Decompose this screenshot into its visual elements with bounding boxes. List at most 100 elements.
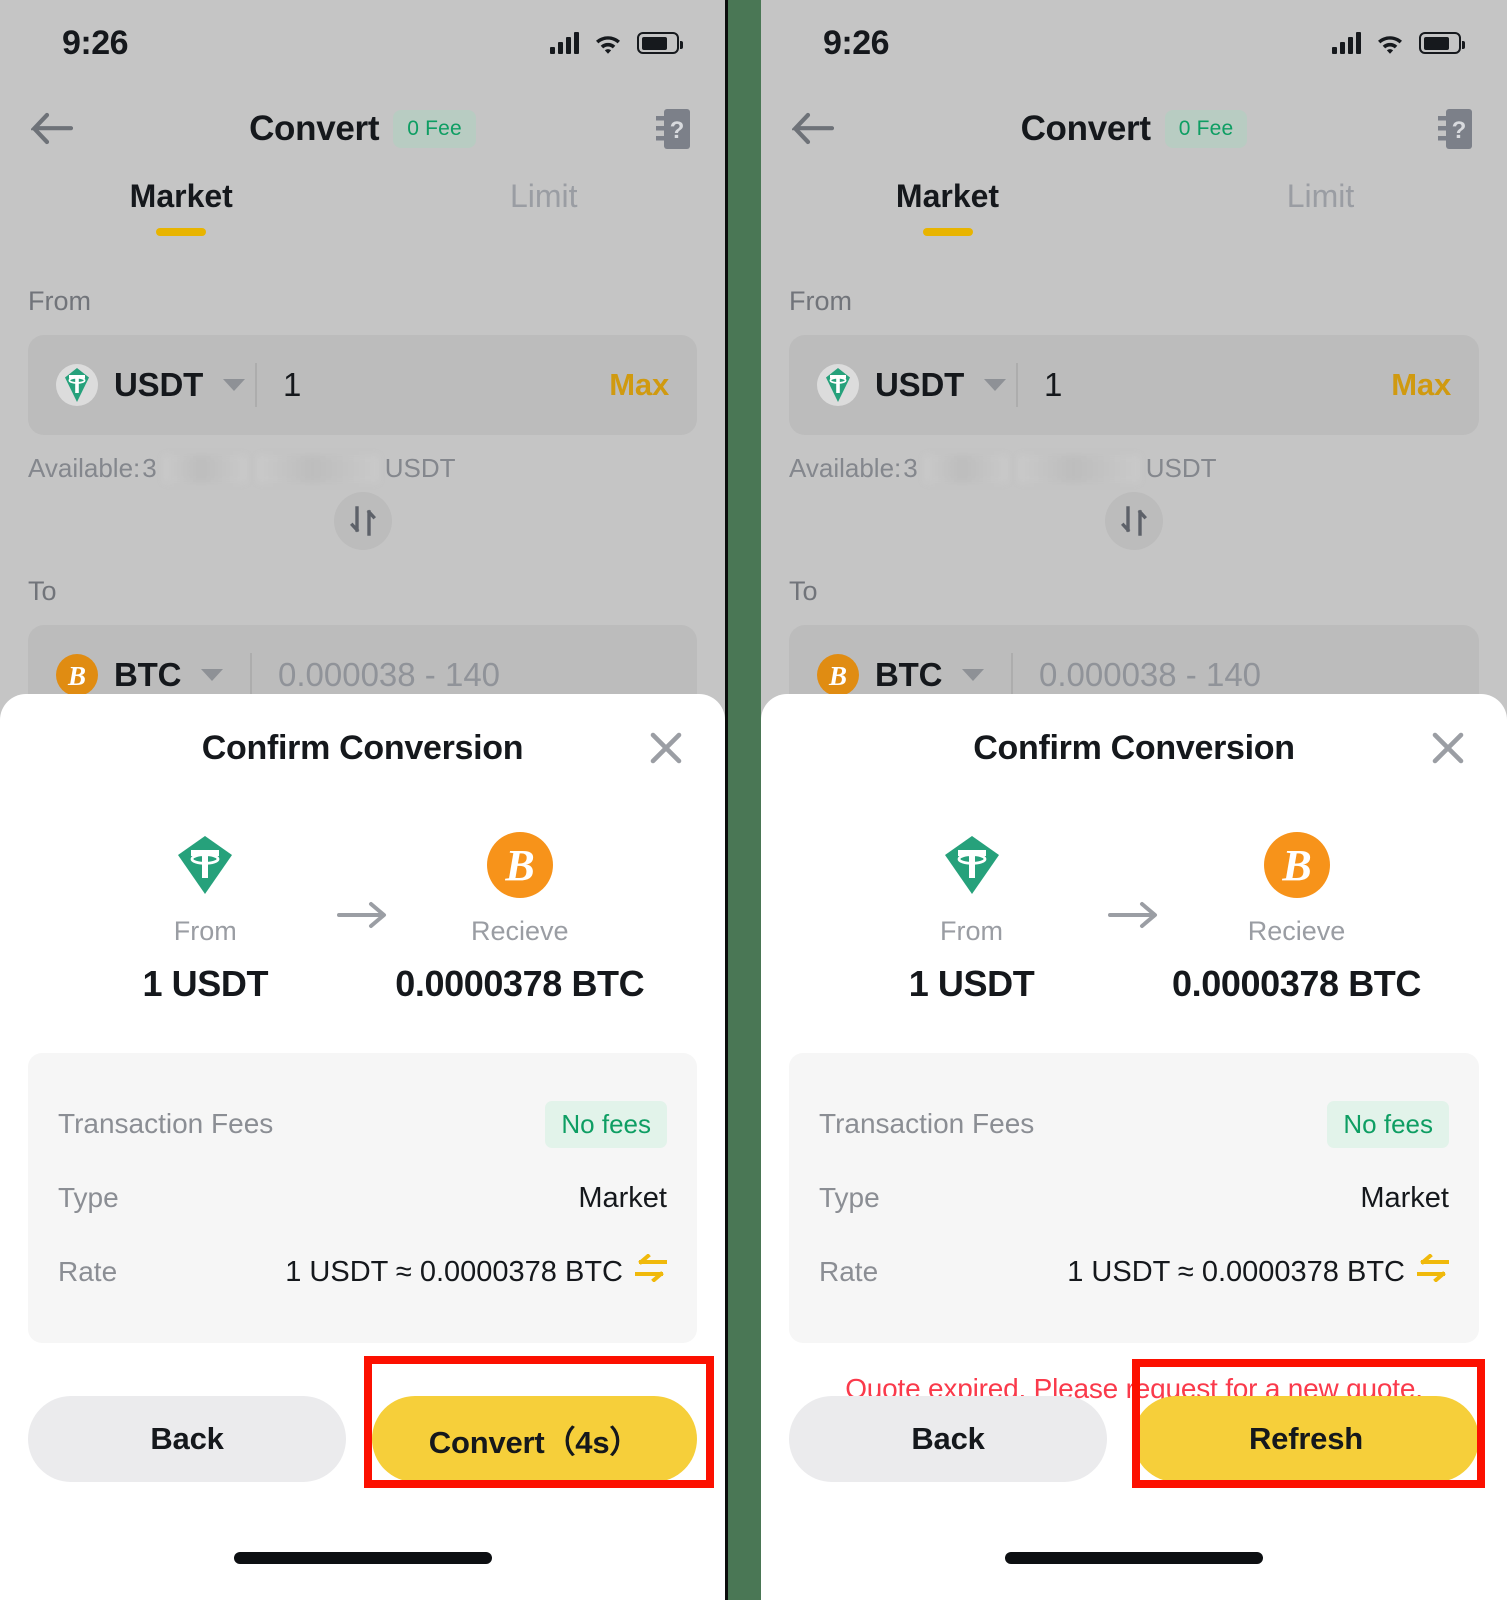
nav-center: Convert 0 Fee [839,109,1429,149]
tab-inactive-underline [519,228,569,236]
svg-text:B: B [67,661,86,691]
close-x-icon[interactable] [1425,725,1471,771]
summary-receive-value: 0.0000378 BTC [1172,963,1421,1004]
fee-badge: 0 Fee [393,110,476,148]
bitcoin-logo-icon: B [817,654,859,696]
tab-limit-label: Limit [509,178,578,214]
tab-active-underline [922,228,973,236]
rate-swap-icon[interactable] [1417,1253,1449,1290]
status-bar-icons [1332,32,1465,54]
from-coin-selector[interactable]: USDT [817,364,1007,406]
help-book-icon[interactable]: ? [1429,103,1481,155]
tether-logo-icon [939,832,1005,898]
close-x-icon[interactable] [643,725,689,771]
divider [1011,653,1013,697]
from-amount-input[interactable]: 1 [283,366,609,404]
tab-market[interactable]: Market [0,178,363,256]
from-label: From [28,286,91,316]
swap-row [28,492,697,550]
status-bar-clock: 9:26 [823,23,890,62]
to-coin-selector[interactable]: B BTC [56,654,240,696]
redacted-block [162,454,247,483]
to-coin-selector[interactable]: B BTC [817,654,1001,696]
to-label: To [28,576,57,606]
max-button[interactable]: Max [609,367,669,403]
detail-key: Rate [819,1256,879,1287]
detail-row-type: Type Market [58,1161,667,1235]
chevron-down-icon [962,669,985,681]
to-label: To [789,576,818,606]
battery-icon [1419,32,1465,54]
right-phone-screen: 9:26 Convert 0 Fee ? Market Limit From U… [761,0,1507,1600]
rate-value: 1 USDT ≈ 0.0000378 BTC [1067,1255,1405,1288]
left-phone-screen: 9:26 Convert 0 Fee ? Market Limit From U… [0,0,725,1600]
status-bar: 9:26 [761,0,1507,86]
detail-key: Type [58,1182,119,1213]
conversion-summary: From 1 USDT B Recieve 0.0000378 BTC [28,802,697,1005]
summary-from: From 1 USDT [835,832,1108,1005]
status-bar: 9:26 [0,0,725,86]
detail-value-wrap: 1 USDT ≈ 0.0000378 BTC [285,1253,667,1290]
detail-row-fees: Transaction Fees No fees [819,1087,1449,1161]
convert-button[interactable]: Convert（4s） [372,1396,697,1482]
page-title: Convert [249,109,380,148]
page-title: Convert [1020,109,1151,148]
modal-header: Confirm Conversion [28,694,697,802]
nav-bar: Convert 0 Fee ? [761,96,1507,162]
tether-logo-icon [56,364,98,406]
detail-key: Type [819,1182,880,1213]
nav-bar: Convert 0 Fee ? [0,96,725,162]
rate-value: 1 USDT ≈ 0.0000378 BTC [285,1255,623,1288]
home-indicator [233,1552,492,1564]
to-amount-input[interactable]: 0.000038 - 140 [1039,656,1451,694]
swap-vertical-icon[interactable] [1105,492,1163,550]
to-coin-name: BTC [875,656,943,693]
swap-vertical-icon[interactable] [333,492,392,550]
to-amount-input[interactable]: 0.000038 - 140 [278,656,669,694]
modal-title: Confirm Conversion [201,728,524,767]
tab-market-label: Market [895,178,1000,214]
from-coin-selector[interactable]: USDT [56,364,246,406]
detail-row-type: Type Market [819,1161,1449,1235]
tab-market[interactable]: Market [761,178,1134,256]
cellular-signal-icon [1332,32,1361,54]
summary-receive: B Recieve 0.0000378 BTC [389,832,652,1005]
convert-form: From USDT 1 Max Available: 3 USDT To B B… [761,286,1507,725]
divider [250,653,252,697]
battery-icon [637,32,683,54]
detail-value-wrap: 1 USDT ≈ 0.0000378 BTC [1067,1253,1449,1290]
chevron-down-icon [223,379,246,391]
rate-swap-icon[interactable] [635,1253,667,1290]
tether-logo-icon [817,364,859,406]
available-currency: USDT [1145,453,1217,483]
tab-active-underline [156,228,207,236]
from-coin-name: USDT [114,366,204,403]
from-amount-input[interactable]: 1 [1044,366,1391,404]
max-button[interactable]: Max [1391,367,1451,403]
detail-row-fees: Transaction Fees No fees [58,1087,667,1161]
confirm-conversion-modal: Confirm Conversion From 1 USDT B Recieve… [0,694,725,1600]
modal-actions: Back Refresh [789,1396,1479,1482]
nav-center: Convert 0 Fee [78,109,647,149]
back-arrow-icon[interactable] [26,103,78,155]
help-book-icon[interactable]: ? [647,103,699,155]
tab-inactive-underline [1296,228,1346,236]
back-button[interactable]: Back [28,1396,346,1482]
no-fees-badge: No fees [1327,1100,1449,1148]
home-indicator [1005,1552,1263,1564]
tether-logo-icon [172,832,238,898]
confirm-conversion-modal: Confirm Conversion From 1 USDT B Recieve… [761,694,1507,1600]
from-coin-name: USDT [875,366,965,403]
tab-limit-label: Limit [1286,178,1355,214]
tab-limit[interactable]: Limit [363,178,726,256]
tab-limit[interactable]: Limit [1134,178,1507,256]
arrow-right-icon [1108,900,1160,935]
detail-value: Market [578,1181,667,1214]
conversion-details: Transaction Fees No fees Type Market Rat… [789,1053,1479,1343]
from-coin-row: USDT 1 Max [28,335,697,435]
modal-header: Confirm Conversion [789,694,1479,802]
refresh-button[interactable]: Refresh [1133,1396,1479,1482]
back-button[interactable]: Back [789,1396,1107,1482]
back-arrow-icon[interactable] [787,103,839,155]
fee-badge: 0 Fee [1164,110,1248,148]
